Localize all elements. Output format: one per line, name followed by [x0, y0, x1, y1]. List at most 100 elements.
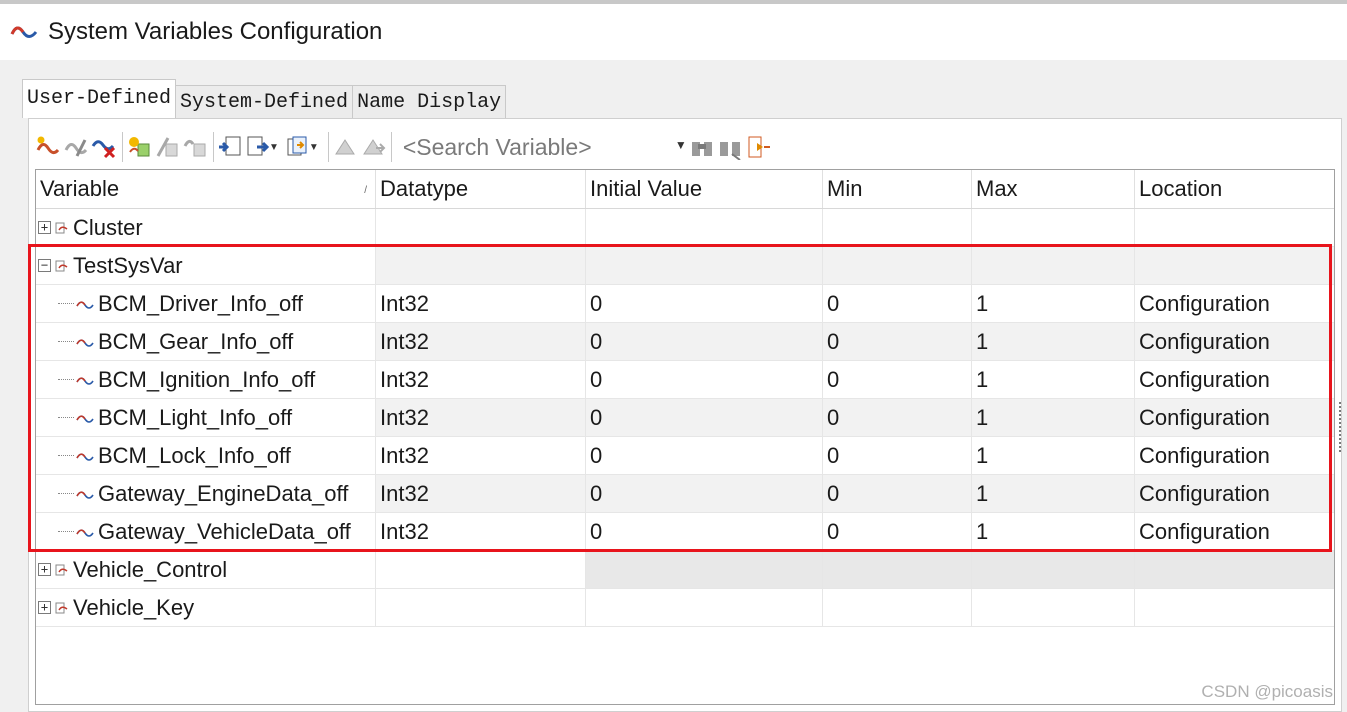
min-cell[interactable]: 0: [823, 399, 972, 436]
table-row[interactable]: + Vehicle_Control: [36, 551, 1334, 589]
location-cell[interactable]: Configuration: [1135, 399, 1334, 436]
min-cell[interactable]: [823, 247, 972, 284]
datatype-cell[interactable]: Int32: [376, 437, 586, 474]
initial-value-cell[interactable]: 0: [586, 323, 823, 360]
expand-plus-icon[interactable]: +: [38, 601, 51, 614]
table-row[interactable]: BCM_Gear_Info_off Int32 0 0 1 Configurat…: [36, 323, 1334, 361]
max-cell[interactable]: 1: [972, 513, 1135, 550]
min-cell[interactable]: 0: [823, 437, 972, 474]
location-cell[interactable]: [1135, 551, 1334, 588]
initial-value-cell[interactable]: [586, 551, 823, 588]
max-cell[interactable]: 1: [972, 475, 1135, 512]
max-cell[interactable]: 1: [972, 437, 1135, 474]
location-cell[interactable]: Configuration: [1135, 285, 1334, 322]
max-cell[interactable]: 1: [972, 323, 1135, 360]
system-variable-icon: [76, 300, 94, 309]
search-variable-field[interactable]: ▼: [398, 132, 689, 162]
max-cell[interactable]: 1: [972, 361, 1135, 398]
min-cell[interactable]: 0: [823, 475, 972, 512]
search-input[interactable]: [398, 133, 665, 161]
max-cell[interactable]: [972, 209, 1135, 246]
max-cell[interactable]: 1: [972, 285, 1135, 322]
expand-plus-icon[interactable]: +: [38, 221, 51, 234]
column-header-max[interactable]: Max: [972, 170, 1135, 208]
initial-value-cell[interactable]: 0: [586, 285, 823, 322]
datatype-cell[interactable]: Int32: [376, 399, 586, 436]
initial-value-cell[interactable]: 0: [586, 399, 823, 436]
copy-button[interactable]: [285, 131, 311, 163]
table-row[interactable]: BCM_Driver_Info_off Int32 0 0 1 Configur…: [36, 285, 1334, 323]
table-row[interactable]: Gateway_EngineData_off Int32 0 0 1 Confi…: [36, 475, 1334, 513]
datatype-cell[interactable]: [376, 209, 586, 246]
table-row[interactable]: + Vehicle_Key: [36, 589, 1334, 627]
initial-value-cell[interactable]: [586, 209, 823, 246]
location-cell[interactable]: [1135, 209, 1334, 246]
min-cell[interactable]: [823, 589, 972, 626]
edit-variable-button[interactable]: [63, 131, 89, 163]
import-button[interactable]: [217, 131, 243, 163]
min-cell[interactable]: 0: [823, 361, 972, 398]
min-cell[interactable]: 0: [823, 323, 972, 360]
column-header-min[interactable]: Min: [823, 170, 972, 208]
tab-system-defined[interactable]: System-Defined: [175, 85, 354, 118]
show-structure-button[interactable]: [745, 131, 771, 163]
collapse-minus-icon[interactable]: −: [38, 259, 51, 272]
table-row[interactable]: Gateway_VehicleData_off Int32 0 0 1 Conf…: [36, 513, 1334, 551]
min-cell[interactable]: [823, 551, 972, 588]
export-button[interactable]: [245, 131, 271, 163]
delete-namespace-button[interactable]: [182, 131, 208, 163]
initial-value-cell[interactable]: 0: [586, 513, 823, 550]
datatype-cell[interactable]: Int32: [376, 285, 586, 322]
datatype-cell[interactable]: Int32: [376, 361, 586, 398]
location-cell[interactable]: Configuration: [1135, 437, 1334, 474]
splitter-grip[interactable]: [1339, 402, 1345, 452]
initial-value-cell[interactable]: [586, 589, 823, 626]
table-row[interactable]: BCM_Light_Info_off Int32 0 0 1 Configura…: [36, 399, 1334, 437]
column-header-datatype[interactable]: Datatype: [376, 170, 586, 208]
location-cell[interactable]: Configuration: [1135, 475, 1334, 512]
table-row[interactable]: BCM_Ignition_Info_off Int32 0 0 1 Config…: [36, 361, 1334, 399]
table-row[interactable]: − TestSysVar: [36, 247, 1334, 285]
table-row[interactable]: BCM_Lock_Info_off Int32 0 0 1 Configurat…: [36, 437, 1334, 475]
move-up-button[interactable]: [332, 131, 358, 163]
location-cell[interactable]: [1135, 589, 1334, 626]
export-dropdown-arrow[interactable]: ▼: [269, 142, 279, 153]
search-dropdown-arrow[interactable]: ▼: [675, 138, 687, 152]
column-header-variable[interactable]: Variable /: [36, 170, 376, 208]
location-cell[interactable]: Configuration: [1135, 361, 1334, 398]
max-cell[interactable]: 1: [972, 399, 1135, 436]
column-header-initial-value[interactable]: Initial Value: [586, 170, 823, 208]
new-namespace-button[interactable]: [126, 131, 152, 163]
copy-dropdown-arrow[interactable]: ▼: [309, 142, 319, 153]
datatype-cell[interactable]: [376, 247, 586, 284]
location-cell[interactable]: Configuration: [1135, 323, 1334, 360]
new-variable-button[interactable]: [35, 131, 61, 163]
delete-variable-button[interactable]: [91, 131, 117, 163]
max-cell[interactable]: [972, 589, 1135, 626]
table-row[interactable]: + Cluster: [36, 209, 1334, 247]
min-cell[interactable]: [823, 209, 972, 246]
tab-name-display[interactable]: Name Display: [352, 85, 507, 118]
min-cell[interactable]: 0: [823, 285, 972, 322]
datatype-cell[interactable]: Int32: [376, 475, 586, 512]
datatype-cell[interactable]: Int32: [376, 323, 586, 360]
tab-user-defined[interactable]: User-Defined: [22, 79, 177, 118]
datatype-cell[interactable]: [376, 551, 586, 588]
initial-value-cell[interactable]: 0: [586, 475, 823, 512]
initial-value-cell[interactable]: 0: [586, 361, 823, 398]
initial-value-cell[interactable]: 0: [586, 437, 823, 474]
datatype-cell[interactable]: Int32: [376, 513, 586, 550]
find-next-button[interactable]: [717, 131, 743, 163]
column-header-location[interactable]: Location: [1135, 170, 1334, 208]
location-cell[interactable]: [1135, 247, 1334, 284]
find-button[interactable]: [689, 131, 715, 163]
location-cell[interactable]: Configuration: [1135, 513, 1334, 550]
datatype-cell[interactable]: [376, 589, 586, 626]
edit-namespace-button[interactable]: [154, 131, 180, 163]
expand-plus-icon[interactable]: +: [38, 563, 51, 576]
move-down-button[interactable]: [360, 131, 386, 163]
initial-value-cell[interactable]: [586, 247, 823, 284]
max-cell[interactable]: [972, 551, 1135, 588]
min-cell[interactable]: 0: [823, 513, 972, 550]
max-cell[interactable]: [972, 247, 1135, 284]
